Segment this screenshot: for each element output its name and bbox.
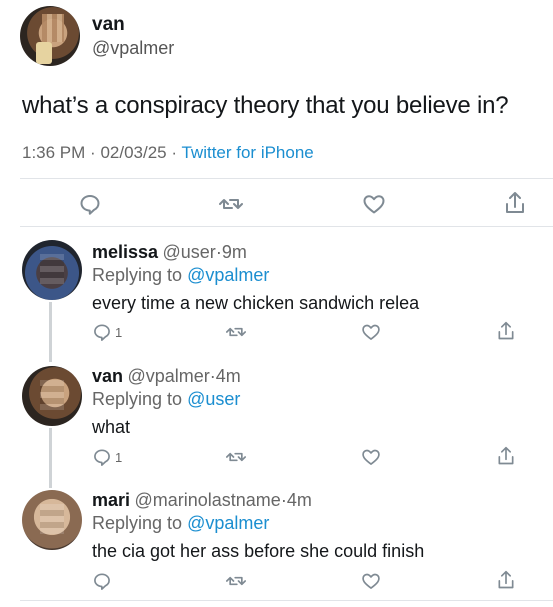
reply-text: every time a new chicken sandwich relea: [92, 293, 420, 313]
avatar-blur: [40, 254, 64, 284]
divider: [20, 178, 553, 179]
share-icon[interactable]: [496, 569, 516, 591]
meta-separator: ·: [171, 143, 178, 162]
reply-text: the cia got her ass before she could fin…: [92, 541, 425, 561]
thread-line: [49, 302, 52, 362]
share-icon[interactable]: [496, 320, 516, 342]
share-icon[interactable]: [503, 190, 527, 216]
avatar[interactable]: [22, 490, 82, 550]
tweet-meta: 1:36 PM · 02/03/25 · Twitter for iPhone: [22, 143, 314, 163]
replying-label: Replying to: [92, 389, 183, 409]
divider: [20, 600, 553, 601]
reply-icon[interactable]: [92, 571, 112, 591]
avatar-blur: [40, 504, 64, 534]
heart-icon[interactable]: [362, 192, 386, 216]
thread-line: [49, 428, 52, 488]
reply-author-handle[interactable]: @user: [163, 242, 216, 262]
meta-separator: ·: [90, 143, 96, 162]
reply-author-name[interactable]: mari: [92, 490, 130, 510]
heart-icon[interactable]: [361, 447, 381, 467]
reply-count: 1: [115, 325, 123, 340]
replying-label: Replying to: [92, 265, 183, 285]
retweet-icon[interactable]: [226, 571, 246, 591]
replying-to: Replying to @vpalmer: [92, 513, 269, 534]
author-handle[interactable]: @vpalmer: [92, 38, 174, 59]
heart-icon[interactable]: [361, 322, 381, 342]
reply-header: melissa @user·9m: [92, 242, 247, 263]
phone-shape: [36, 42, 52, 64]
tweet-time: 1:36 PM: [22, 143, 86, 162]
reply-age: 4m: [215, 366, 241, 386]
replying-to-link[interactable]: @user: [187, 389, 240, 409]
reply-icon[interactable]: [78, 192, 102, 216]
reply-author-handle[interactable]: @marinolastname: [134, 490, 280, 510]
reply-age: 9m: [221, 242, 247, 262]
divider: [20, 226, 553, 227]
avatar[interactable]: [22, 366, 82, 426]
tweet-source-link[interactable]: Twitter for iPhone: [181, 143, 313, 162]
reply-author-name[interactable]: van: [92, 366, 123, 386]
tweet-text: what’s a conspiracy theory that you beli…: [22, 92, 509, 119]
retweet-icon[interactable]: [226, 447, 246, 467]
avatar[interactable]: [20, 6, 80, 66]
retweet-icon[interactable]: [226, 322, 246, 342]
replying-label: Replying to: [92, 513, 183, 533]
reply-count: 1: [115, 450, 123, 465]
replying-to: Replying to @user: [92, 389, 240, 410]
avatar[interactable]: [22, 240, 82, 300]
retweet-icon[interactable]: [219, 192, 243, 216]
reply-text: what: [92, 417, 131, 437]
avatar-blur: [40, 380, 64, 410]
replying-to: Replying to @vpalmer: [92, 265, 269, 286]
reply-age: 4m: [286, 490, 312, 510]
reply-author-handle[interactable]: @vpalmer: [127, 366, 209, 386]
reply-header: mari @marinolastname·4m: [92, 490, 312, 511]
reply-icon[interactable]: [92, 322, 112, 342]
avatar-blur: [42, 14, 64, 42]
reply-author-name[interactable]: melissa: [92, 242, 158, 262]
reply-icon[interactable]: [92, 447, 112, 467]
share-icon[interactable]: [496, 445, 516, 467]
replying-to-link[interactable]: @vpalmer: [187, 265, 269, 285]
heart-icon[interactable]: [361, 571, 381, 591]
author-name[interactable]: van: [92, 14, 125, 36]
tweet-date: 02/03/25: [100, 143, 167, 162]
replying-to-link[interactable]: @vpalmer: [187, 513, 269, 533]
reply-header: van @vpalmer·4m: [92, 366, 241, 387]
